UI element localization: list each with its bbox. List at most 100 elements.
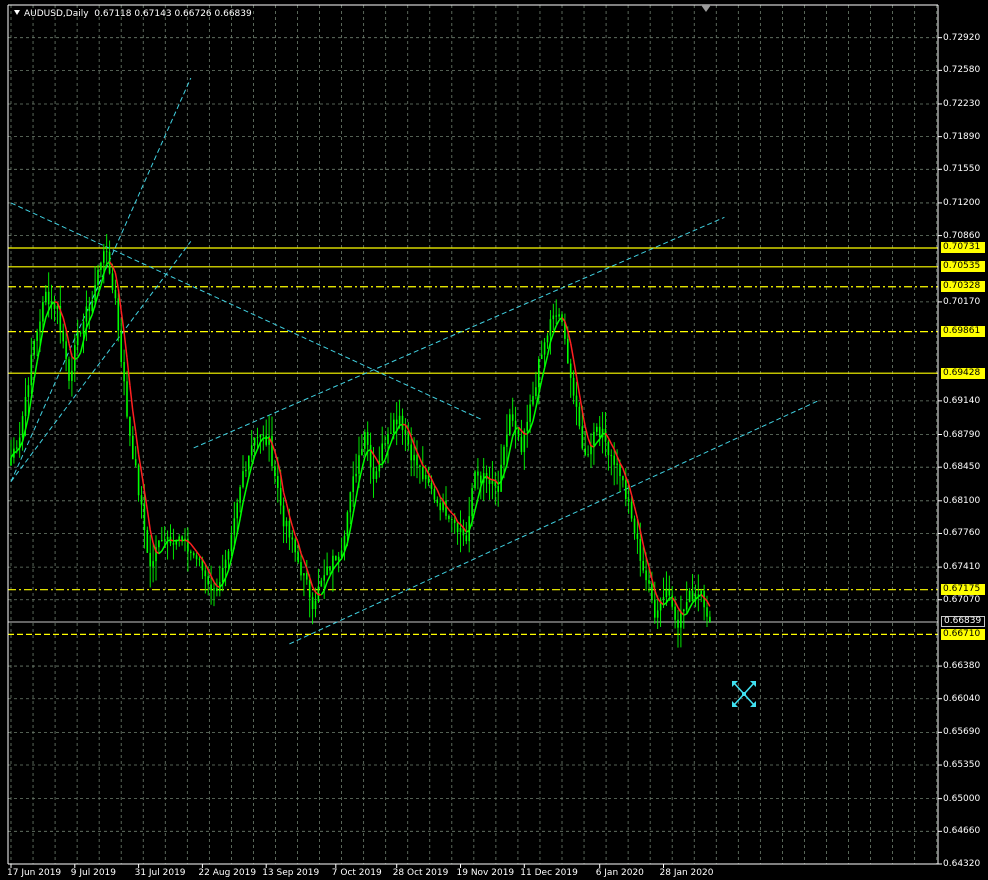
move-cursor-icon <box>732 681 756 707</box>
candle-body <box>639 538 642 561</box>
candle-body <box>146 530 149 553</box>
candle-body <box>616 463 618 465</box>
candle-body <box>303 573 305 576</box>
level-price-label: 0.70328 <box>941 281 985 293</box>
y-tick-label: 0.67760 <box>943 528 981 539</box>
candle-body <box>126 381 128 417</box>
ma-segment <box>436 489 441 498</box>
candle-body <box>221 567 224 583</box>
candle-body <box>555 315 557 317</box>
candle-body <box>224 559 227 568</box>
candle-body <box>361 448 363 456</box>
candle-body <box>230 534 233 552</box>
x-tick-label: 13 Sep 2019 <box>262 868 320 878</box>
candle-body <box>172 543 175 545</box>
candle-body <box>430 483 433 490</box>
candle-body <box>326 566 328 576</box>
candle-body <box>509 414 511 435</box>
candle-body <box>477 471 479 476</box>
candle-body <box>166 536 169 540</box>
candle-body <box>355 473 357 477</box>
candle-body <box>149 552 151 567</box>
candle-body <box>393 419 395 433</box>
candle-body <box>140 495 143 505</box>
ma-segment <box>181 539 186 542</box>
candle-body <box>532 396 534 405</box>
candle-body <box>474 471 476 489</box>
candle-body <box>401 415 404 430</box>
candle-body <box>636 533 639 539</box>
candle-body <box>239 487 241 503</box>
candle-body <box>627 498 630 502</box>
candle-body <box>250 445 253 456</box>
level-price-label: 0.69428 <box>941 367 985 379</box>
candle-body <box>514 420 517 430</box>
candle-body <box>419 465 421 468</box>
candle-body <box>85 306 88 322</box>
candle-body <box>291 537 294 540</box>
ma-segment <box>176 539 180 542</box>
y-tick-label: 0.72920 <box>943 32 981 43</box>
candle-body <box>329 566 331 571</box>
candle-body <box>697 594 700 596</box>
candle-body <box>192 552 195 556</box>
candle-body <box>294 539 296 553</box>
candle-body <box>279 487 282 506</box>
ma-segment <box>33 361 38 379</box>
candle-body <box>300 562 302 576</box>
candle-body <box>256 437 259 439</box>
ma-segment <box>540 367 546 381</box>
candle-body <box>123 361 125 382</box>
y-tick-label: 0.70860 <box>943 230 981 241</box>
candle-body <box>204 570 207 577</box>
candle-body <box>503 446 505 465</box>
candle-body <box>45 291 47 302</box>
candle-body <box>335 555 337 561</box>
candle-body <box>546 335 549 343</box>
candle-body <box>216 588 218 592</box>
dropdown-arrow-icon[interactable] <box>14 10 20 15</box>
candle-body <box>683 609 685 612</box>
candle-body <box>549 319 552 336</box>
y-tick-label: 0.67070 <box>943 594 981 605</box>
candle-body <box>709 616 711 622</box>
grid <box>8 5 942 868</box>
candle-body <box>282 505 285 527</box>
ma-segment <box>492 479 496 482</box>
candle-body <box>445 500 447 516</box>
x-tick-label: 11 Dec 2019 <box>520 868 578 878</box>
candle-body <box>364 432 366 449</box>
trendline <box>289 399 821 645</box>
ma-segment <box>448 509 453 514</box>
candle-body <box>633 518 636 534</box>
candle-body <box>143 504 146 531</box>
candle-body <box>642 560 644 571</box>
candle-body <box>685 602 688 610</box>
candle-body <box>132 435 134 460</box>
candle-body <box>471 488 473 517</box>
candle-body <box>198 558 201 560</box>
candle-body <box>433 489 436 500</box>
candle-body <box>248 455 250 470</box>
candle-body <box>578 406 581 427</box>
chart-window[interactable]: { "title": { "symbol_period": "AUDUSD,Da… <box>0 0 988 880</box>
ma-segment <box>474 498 479 511</box>
x-tick-label: 17 Jun 2019 <box>7 868 62 878</box>
chart-shift-marker-icon[interactable] <box>701 5 711 12</box>
candle-body <box>572 377 575 396</box>
y-tick-label: 0.68100 <box>943 495 981 506</box>
candle-body <box>630 501 633 519</box>
candle-body <box>497 486 499 492</box>
plot-area[interactable] <box>0 0 988 880</box>
y-tick-label: 0.65350 <box>943 760 981 771</box>
candle-body <box>68 359 70 381</box>
candle-body <box>506 434 508 447</box>
candle-body <box>526 421 528 431</box>
candle-body <box>314 600 317 609</box>
candle-body <box>21 416 24 438</box>
y-tick-label: 0.71550 <box>943 164 981 175</box>
candle-body <box>436 499 439 503</box>
candle-body <box>306 573 308 580</box>
candle-body <box>39 321 41 332</box>
y-tick-label: 0.64320 <box>943 859 981 869</box>
